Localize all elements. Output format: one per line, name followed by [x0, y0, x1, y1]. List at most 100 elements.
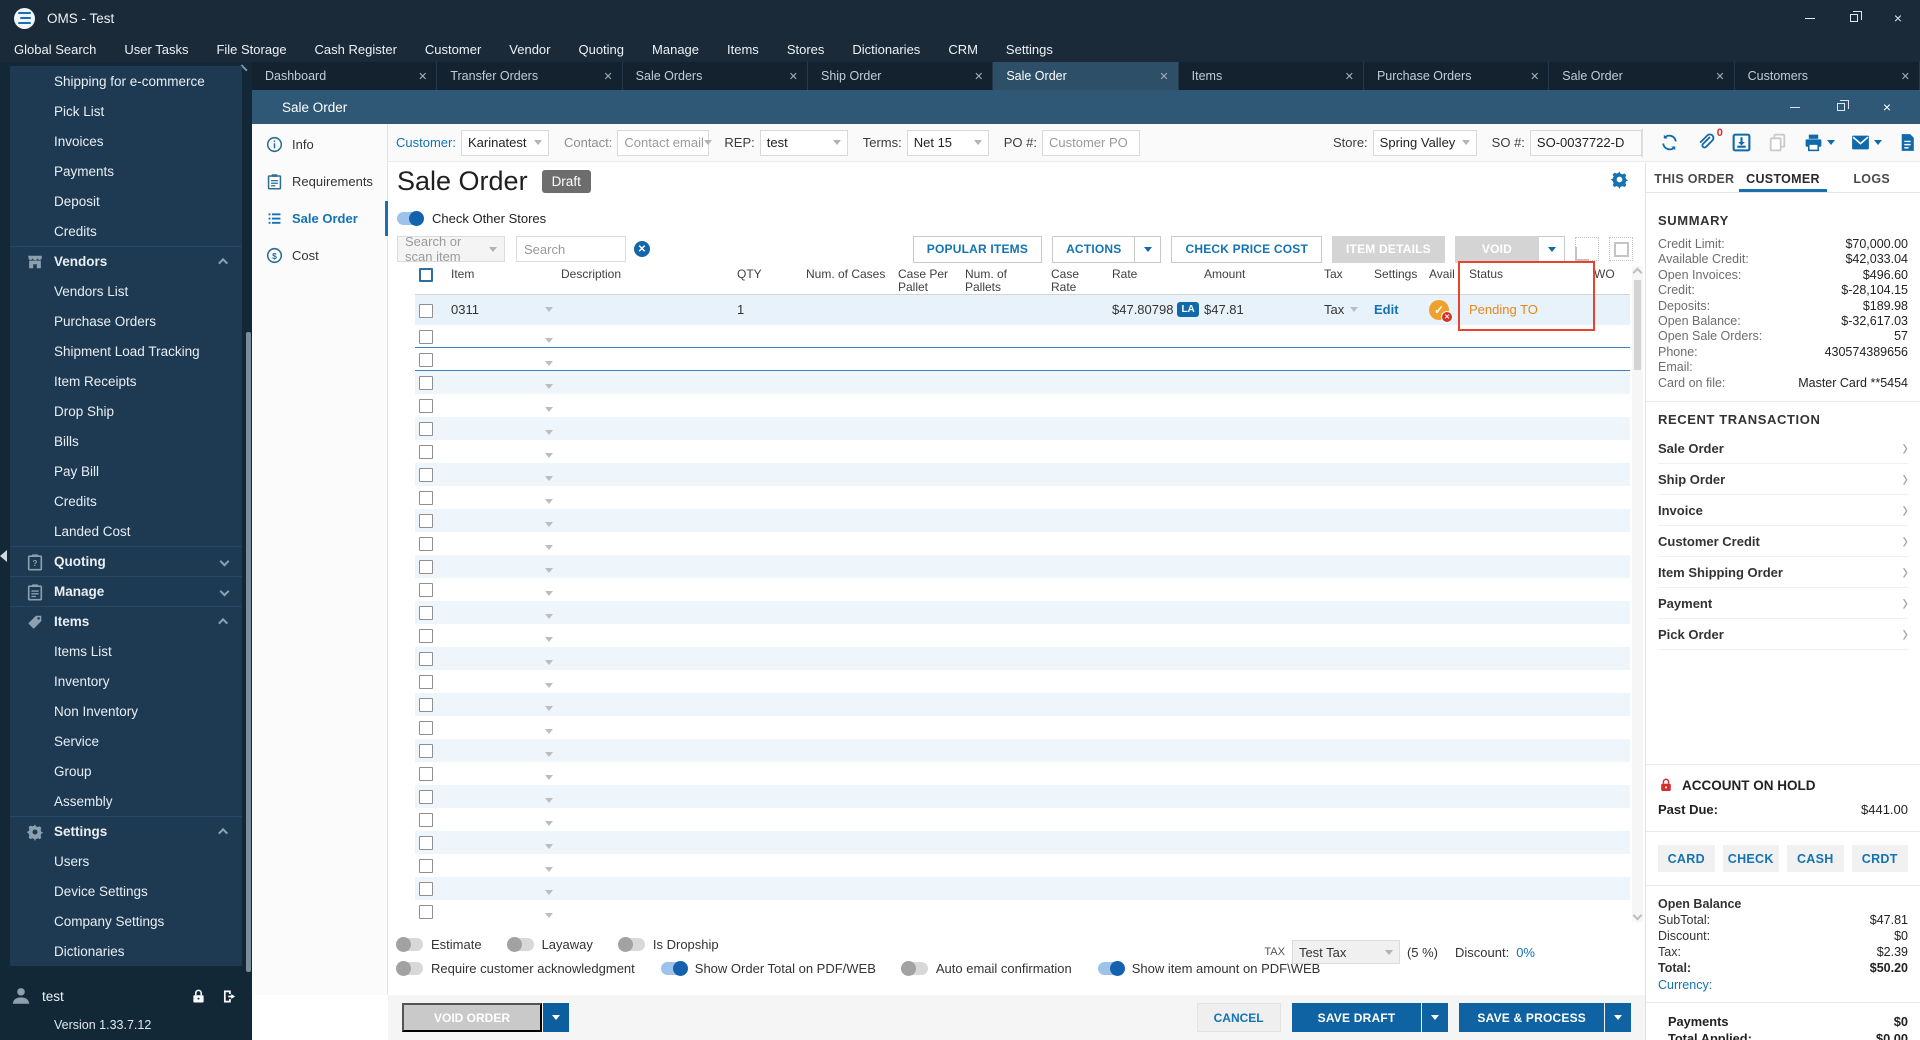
- sidebar-item-deposit[interactable]: Deposit: [10, 186, 242, 216]
- export-download-icon[interactable]: [1731, 132, 1752, 153]
- menu-item-customer[interactable]: Customer: [411, 42, 495, 57]
- edit-link[interactable]: Edit: [1374, 302, 1399, 317]
- tab-close-icon[interactable]: ✕: [1709, 70, 1724, 83]
- item-dropdown-icon[interactable]: [545, 844, 553, 849]
- tab-close-icon[interactable]: ✕: [1524, 70, 1539, 83]
- toggle-require-customer-acknowledgment[interactable]: [397, 962, 423, 975]
- row-checkbox[interactable]: [419, 905, 433, 919]
- tax-dropdown-icon[interactable]: [1350, 307, 1358, 312]
- sidebar-item-drop-ship[interactable]: Drop Ship: [10, 396, 242, 426]
- contact-select[interactable]: Contact email: [617, 130, 709, 156]
- row-checkbox[interactable]: [419, 537, 433, 551]
- check-price-cost-button[interactable]: CHECK PRICE COST: [1171, 236, 1322, 263]
- sidebar-item-assembly[interactable]: Assembly: [10, 786, 242, 816]
- row-checkbox[interactable]: [419, 445, 433, 459]
- row-checkbox[interactable]: [419, 744, 433, 758]
- sidebar-collapse-icon[interactable]: [0, 550, 7, 562]
- row-checkbox[interactable]: [419, 583, 433, 597]
- menu-item-stores[interactable]: Stores: [773, 42, 839, 57]
- clear-search-icon[interactable]: ✕: [634, 241, 650, 257]
- recent-item-shipping-order[interactable]: Item Shipping Order›: [1658, 557, 1908, 588]
- item-dropdown-icon[interactable]: [545, 798, 553, 803]
- row-checkbox[interactable]: [419, 836, 433, 850]
- item-dropdown-icon[interactable]: [545, 307, 553, 312]
- sidebar-item-shipment-load-tracking[interactable]: Shipment Load Tracking: [10, 336, 242, 366]
- sidebar-item-pick-list[interactable]: Pick List: [10, 96, 242, 126]
- tab-dashboard[interactable]: Dashboard✕: [252, 62, 437, 90]
- menu-item-vendor[interactable]: Vendor: [495, 42, 564, 57]
- item-dropdown-icon[interactable]: [545, 775, 553, 780]
- num-pallets-cell[interactable]: [961, 295, 1047, 325]
- actions-button[interactable]: ACTIONS: [1052, 236, 1135, 263]
- tab-sale-order[interactable]: Sale Order✕: [1549, 62, 1734, 90]
- discount-value[interactable]: 0%: [1516, 945, 1535, 960]
- menu-item-manage[interactable]: Manage: [638, 42, 713, 57]
- row-checkbox[interactable]: [419, 606, 433, 620]
- window-minimize-button[interactable]: [1788, 0, 1832, 36]
- item-dropdown-icon[interactable]: [545, 637, 553, 642]
- tab-close-icon[interactable]: ✕: [597, 70, 612, 83]
- tab-customers[interactable]: Customers✕: [1735, 62, 1920, 90]
- select-all-checkbox[interactable]: [419, 268, 433, 282]
- sidebar-item-shipping-for-e-commerce[interactable]: Shipping for e-commerce: [10, 66, 242, 96]
- order-nav-cost[interactable]: $Cost: [252, 237, 387, 274]
- item-dropdown-icon[interactable]: [545, 476, 553, 481]
- check-other-stores-toggle[interactable]: [397, 212, 423, 225]
- case-rate-cell[interactable]: [1047, 295, 1108, 325]
- recent-invoice[interactable]: Invoice›: [1658, 495, 1908, 526]
- sidebar-item-credits[interactable]: Credits: [10, 486, 242, 516]
- table-scrollbar[interactable]: [1632, 266, 1643, 922]
- document-icon[interactable]: [1897, 132, 1920, 153]
- row-checkbox[interactable]: [419, 399, 433, 413]
- menu-item-dictionaries[interactable]: Dictionaries: [838, 42, 934, 57]
- tab-sale-order[interactable]: Sale Order✕: [993, 62, 1178, 90]
- item-dropdown-icon[interactable]: [545, 867, 553, 872]
- item-cell[interactable]: 0311: [447, 295, 557, 325]
- email-icon[interactable]: [1850, 132, 1882, 153]
- availability-warning-icon[interactable]: ✓✕: [1429, 300, 1449, 320]
- item-search-select[interactable]: Search or scan item: [397, 236, 505, 262]
- grid-layout-icon[interactable]: [1575, 237, 1599, 261]
- row-checkbox[interactable]: [419, 514, 433, 528]
- sidebar-item-purchase-orders[interactable]: Purchase Orders: [10, 306, 242, 336]
- item-dropdown-icon[interactable]: [545, 821, 553, 826]
- recent-ship-order[interactable]: Ship Order›: [1658, 464, 1908, 495]
- void-dropdown-button[interactable]: [1539, 236, 1565, 263]
- sidebar-item-manage[interactable]: Manage: [10, 576, 242, 606]
- row-checkbox[interactable]: [419, 790, 433, 804]
- logout-icon[interactable]: [221, 988, 238, 1005]
- menu-item-file-storage[interactable]: File Storage: [202, 42, 300, 57]
- card-payment-button[interactable]: CARD: [1658, 845, 1715, 872]
- po-input[interactable]: Customer PO: [1042, 130, 1140, 156]
- item-dropdown-icon[interactable]: [545, 545, 553, 550]
- sidebar-item-company-settings[interactable]: Company Settings: [10, 906, 242, 936]
- num-cases-cell[interactable]: [802, 295, 894, 325]
- item-dropdown-icon[interactable]: [545, 430, 553, 435]
- tax-cell[interactable]: Tax: [1320, 295, 1370, 325]
- tab-close-icon[interactable]: ✕: [1895, 70, 1910, 83]
- toggle-layaway[interactable]: [508, 938, 534, 951]
- row-checkbox[interactable]: [419, 721, 433, 735]
- panel-tab-this-order[interactable]: THIS ORDER: [1650, 162, 1739, 192]
- panel-tab-logs[interactable]: LOGS: [1827, 162, 1916, 192]
- row-checkbox[interactable]: [419, 882, 433, 896]
- tab-close-icon[interactable]: ✕: [412, 70, 427, 83]
- row-checkbox[interactable]: [419, 353, 433, 367]
- item-dropdown-icon[interactable]: [545, 499, 553, 504]
- actions-dropdown-button[interactable]: [1135, 236, 1161, 263]
- recent-pick-order[interactable]: Pick Order›: [1658, 619, 1908, 650]
- row-checkbox[interactable]: [419, 422, 433, 436]
- item-dropdown-icon[interactable]: [545, 384, 553, 389]
- crdt-payment-button[interactable]: CRDT: [1852, 845, 1909, 872]
- tab-close-icon[interactable]: ✕: [968, 70, 983, 83]
- toggle-estimate[interactable]: [397, 938, 423, 951]
- item-dropdown-icon[interactable]: [545, 614, 553, 619]
- save-process-button[interactable]: SAVE & PROCESS: [1459, 1003, 1604, 1032]
- sidebar-item-users[interactable]: Users: [10, 846, 242, 876]
- row-checkbox[interactable]: [419, 698, 433, 712]
- window-restore-button[interactable]: [1832, 0, 1876, 36]
- toggle-show-item-amount-on-pdf-web[interactable]: [1098, 962, 1124, 975]
- sidebar-item-settings[interactable]: Settings: [10, 816, 242, 846]
- item-dropdown-icon[interactable]: [545, 338, 553, 343]
- toggle-auto-email-confirmation[interactable]: [902, 962, 928, 975]
